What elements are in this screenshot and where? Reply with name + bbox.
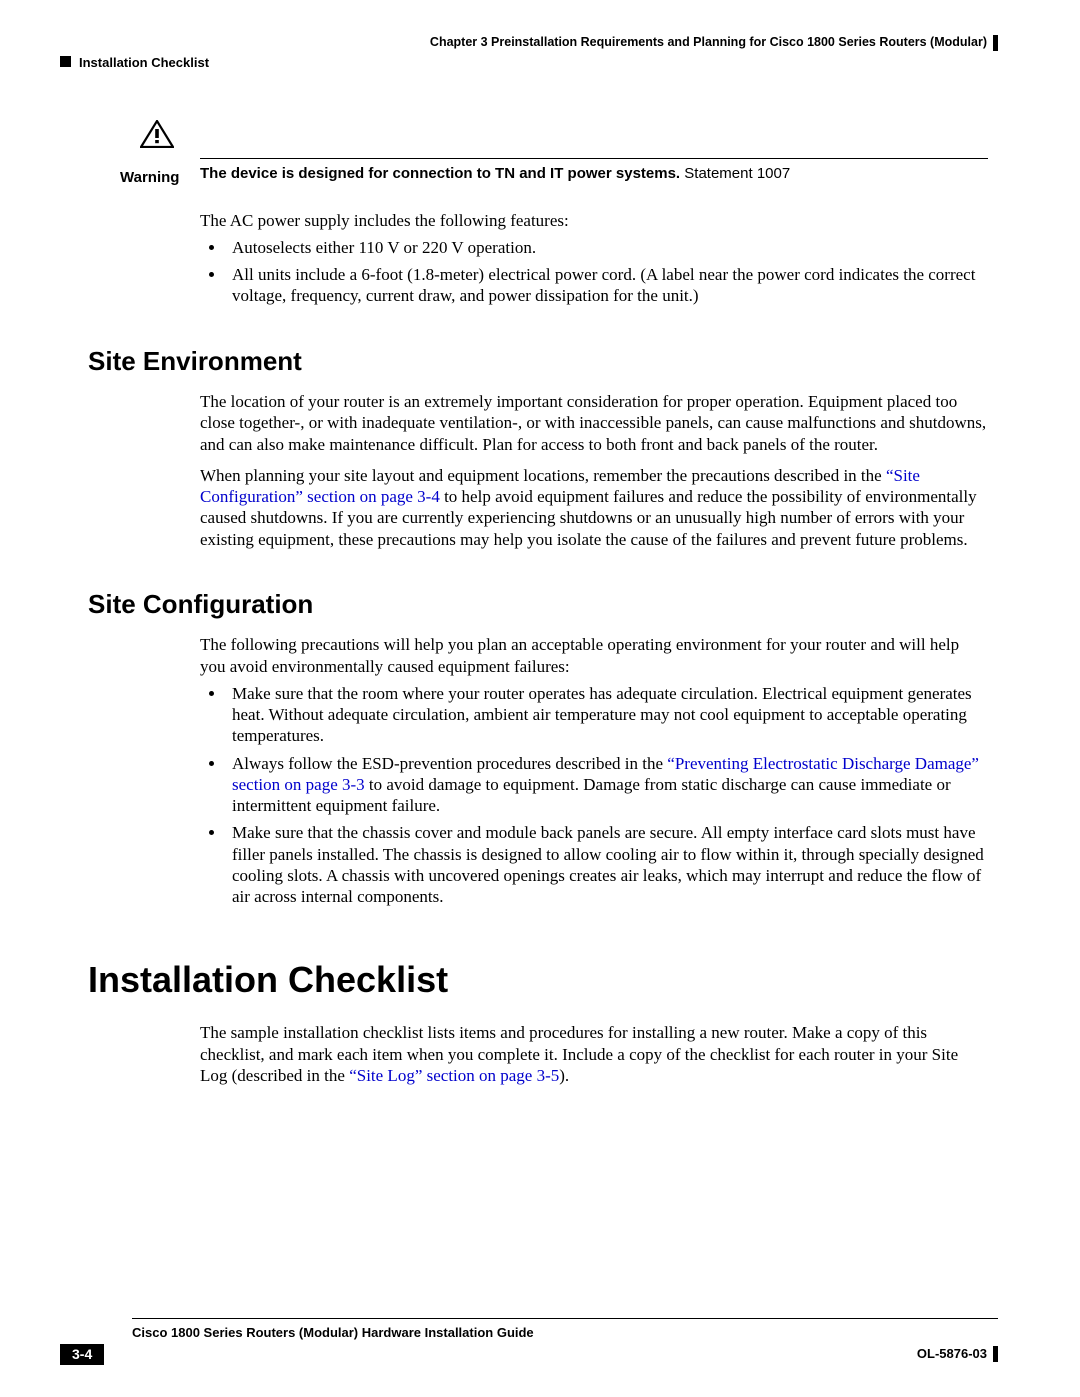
warning-icon [140, 120, 200, 153]
page-content: Warning The device is designed for conne… [88, 120, 988, 1092]
body-text: When planning your site layout and equip… [200, 466, 886, 485]
warning-label: Warning [88, 169, 200, 188]
ac-bullet-list: Autoselects either 110 V or 220 V operat… [200, 237, 988, 307]
list-item: Make sure that the room where your route… [226, 683, 988, 747]
list-item: Make sure that the chassis cover and mod… [226, 822, 988, 907]
footer-document-id: OL-5876-03 [917, 1346, 998, 1362]
page-footer: Cisco 1800 Series Routers (Modular) Hard… [60, 1318, 998, 1365]
site-configuration-heading: Site Configuration [88, 588, 988, 621]
header-square-marker [60, 56, 71, 67]
site-env-p2: When planning your site layout and equip… [200, 465, 988, 550]
footer-guide-title: Cisco 1800 Series Routers (Modular) Hard… [132, 1325, 998, 1341]
ac-power-section: The AC power supply includes the followi… [200, 210, 988, 307]
site-log-link[interactable]: “Site Log” section on page 3-5 [349, 1066, 559, 1085]
warning-text: The device is designed for connection to… [200, 163, 988, 184]
warning-rule [200, 158, 988, 159]
list-item: Autoselects either 110 V or 220 V operat… [226, 237, 988, 258]
body-text: Always follow the ESD-prevention procedu… [232, 754, 667, 773]
footer-page-number: 3-4 [60, 1344, 104, 1366]
warning-bold-text: The device is designed for connection to… [200, 165, 680, 182]
body-text: The sample installation checklist lists … [200, 1023, 958, 1085]
installation-checklist-body: The sample installation checklist lists … [200, 1022, 988, 1086]
page-header: Chapter 3 Preinstallation Requirements a… [60, 35, 998, 72]
site-cfg-bullet-list: Make sure that the room where your route… [200, 683, 988, 908]
install-p1: The sample installation checklist lists … [200, 1022, 988, 1086]
warning-tail-text: Statement 1007 [680, 165, 790, 182]
header-chapter-line: Chapter 3 Preinstallation Requirements a… [60, 35, 998, 51]
list-item: Always follow the ESD-prevention procedu… [226, 753, 988, 817]
ac-intro-text: The AC power supply includes the followi… [200, 210, 988, 231]
body-text: ). [559, 1066, 569, 1085]
installation-checklist-heading: Installation Checklist [88, 957, 988, 1002]
warning-block: Warning The device is designed for conne… [88, 120, 988, 188]
list-item: All units include a 6-foot (1.8-meter) e… [226, 264, 988, 307]
header-section-label: Installation Checklist [79, 55, 209, 70]
site-configuration-body: The following precautions will help you … [200, 634, 988, 907]
header-breadcrumb: Installation Checklist [60, 51, 998, 72]
site-environment-body: The location of your router is an extrem… [200, 391, 988, 550]
footer-rule [132, 1318, 998, 1319]
site-environment-heading: Site Environment [88, 345, 988, 378]
site-cfg-intro: The following precautions will help you … [200, 634, 988, 677]
site-env-p1: The location of your router is an extrem… [200, 391, 988, 455]
